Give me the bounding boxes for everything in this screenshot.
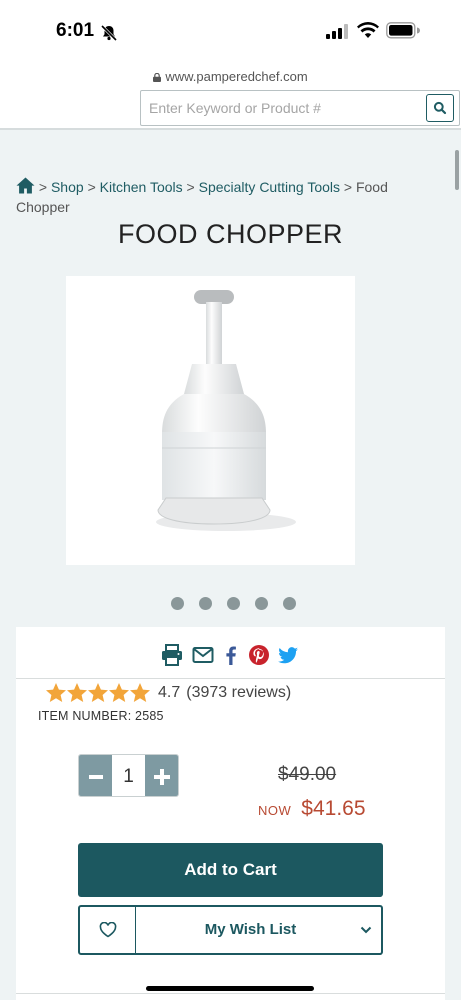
increase-quantity-button[interactable] [145,755,178,796]
now-label: NOW [258,803,292,818]
review-count-link[interactable]: (3973 reviews) [186,684,291,702]
wifi-icon [357,22,379,38]
original-price: $49.00 [278,764,337,785]
food-chopper-illustration [156,290,296,531]
star-icon [67,683,87,702]
divider [16,993,445,994]
search-button[interactable] [426,94,454,122]
lock-icon [153,73,162,82]
share-row [16,627,445,679]
carousel-dot[interactable] [283,597,296,610]
breadcrumb-separator: > [87,179,96,195]
url-text: www.pamperedchef.com [165,69,308,84]
bell-off-icon [100,24,118,42]
breadcrumb-separator: > [343,179,353,195]
battery-icon [386,22,420,39]
heart-icon [99,922,116,938]
pinterest-icon[interactable] [248,644,270,666]
url-display: www.pamperedchef.com [153,69,308,84]
cellular-signal-icon [326,24,348,39]
product-info-card: 4.7 (3973 reviews) ITEM NUMBER: 2585 $49… [16,627,445,1000]
status-time: 6:01 [56,20,95,41]
carousel-dot[interactable] [255,597,268,610]
email-icon[interactable] [192,644,214,666]
minus-icon [88,774,103,779]
plus-icon [153,768,170,785]
facebook-icon[interactable] [220,644,242,666]
wish-list-dropdown[interactable] [351,907,381,953]
page-title: FOOD CHOPPER [117,219,344,249]
site-header [0,90,461,130]
carousel-dot[interactable] [227,597,240,610]
item-number: ITEM NUMBER: 2585 [38,709,164,723]
print-icon[interactable] [161,644,183,666]
search-input[interactable] [140,90,460,126]
breadcrumb: > Shop > Kitchen Tools > Specialty Cutti… [16,177,406,217]
breadcrumb-separator: > [38,179,48,195]
sale-price-row: NOW $41.65 [258,797,366,821]
status-bar: 6:01 [0,0,461,62]
star-icon [46,683,66,702]
breadcrumb-shop[interactable]: Shop [51,179,84,195]
rating-row[interactable]: 4.7 (3973 reviews) [45,681,291,705]
twitter-icon[interactable] [277,644,299,666]
scrollbar[interactable] [455,150,459,190]
breadcrumb-separator: > [186,179,195,195]
sale-price: $41.65 [301,797,366,820]
carousel-dot[interactable] [199,597,212,610]
home-icon[interactable] [16,177,35,194]
wish-list-control: My Wish List [78,905,383,955]
breadcrumb-kitchen-tools[interactable]: Kitchen Tools [100,179,183,195]
wish-list-select[interactable]: My Wish List [136,907,351,953]
rating-value: 4.7 [158,684,181,701]
product-image[interactable] [66,276,355,565]
star-icon [130,683,150,702]
quantity-stepper [78,754,179,797]
image-carousel-dots [0,597,461,610]
search-icon [433,101,447,115]
quantity-input[interactable] [112,755,145,796]
star-icon [109,683,129,702]
url-bar[interactable]: www.pamperedchef.com [0,62,461,90]
breadcrumb-specialty-cutting-tools[interactable]: Specialty Cutting Tools [199,179,340,195]
carousel-dot[interactable] [171,597,184,610]
add-to-cart-button[interactable]: Add to Cart [78,843,383,897]
chevron-down-icon [360,926,372,934]
decrease-quantity-button[interactable] [79,755,112,796]
wish-list-add-button[interactable] [80,907,136,953]
star-icon [88,683,108,702]
home-indicator[interactable] [146,986,314,991]
